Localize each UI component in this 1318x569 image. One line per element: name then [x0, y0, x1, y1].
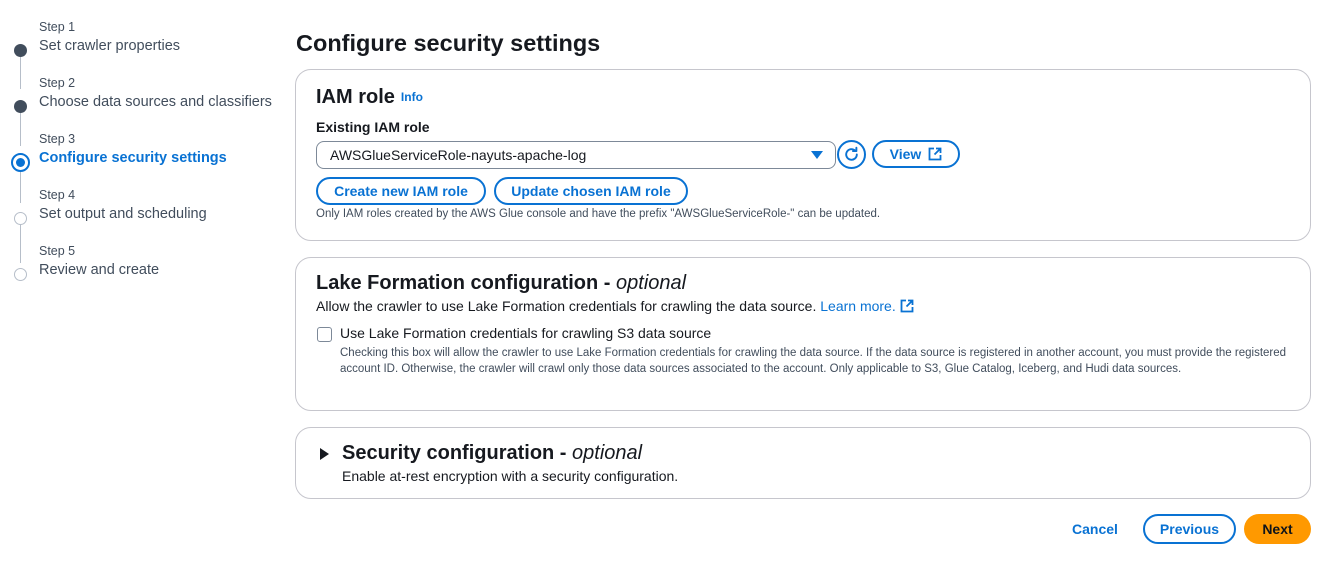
iam-role-heading: IAM role Info — [316, 86, 423, 109]
refresh-icon — [845, 146, 858, 161]
step-current-icon — [11, 153, 30, 172]
page-title: Configure security settings — [296, 30, 601, 56]
previous-button[interactable]: Previous — [1143, 514, 1236, 544]
lake-formation-description: Allow the crawler to use Lake Formation … — [316, 298, 914, 314]
iam-role-panel: IAM role Info Existing IAM role AWSGlueSe… — [295, 69, 1311, 241]
lake-formation-checkbox-label[interactable]: Use Lake Formation credentials for crawl… — [340, 325, 711, 341]
expand-caret-icon[interactable] — [320, 448, 329, 460]
lake-formation-heading-text: Lake Formation configuration - — [316, 272, 617, 294]
step-number: Step 5 — [39, 244, 76, 258]
lake-formation-description-text: Allow the crawler to use Lake Formation … — [316, 298, 821, 314]
iam-role-select[interactable]: AWSGlueServiceRole-nayuts-apache-log — [316, 141, 836, 169]
step-number: Step 1 — [39, 20, 76, 34]
iam-role-select-value: AWSGlueServiceRole-nayuts-apache-log — [330, 147, 587, 163]
step-pending-icon — [14, 212, 27, 225]
step-1[interactable]: Step 1 Set crawler properties — [0, 20, 280, 68]
iam-role-hint: Only IAM roles created by the AWS Glue c… — [316, 208, 881, 220]
step-completed-icon — [14, 100, 27, 113]
iam-role-heading-text: IAM role — [316, 86, 395, 108]
wizard-stepper: Step 1 Set crawler properties Step 2 Cho… — [0, 0, 280, 300]
lake-formation-checkbox-description: Checking this box will allow the crawler… — [340, 347, 1287, 375]
optional-label: optional — [572, 442, 643, 464]
cancel-button[interactable]: Cancel — [1056, 514, 1134, 544]
info-link[interactable]: Info — [401, 90, 423, 104]
step-title: Configure security settings — [39, 150, 227, 166]
view-role-label: View — [889, 146, 922, 162]
step-4: Step 4 Set output and scheduling — [0, 188, 280, 236]
step-title: Review and create — [39, 262, 160, 278]
step-2[interactable]: Step 2 Choose data sources and classifie… — [0, 76, 280, 124]
step-number: Step 2 — [39, 76, 76, 90]
lake-formation-checkbox[interactable] — [317, 327, 332, 342]
step-pending-icon — [14, 268, 27, 281]
refresh-button[interactable] — [837, 140, 866, 169]
next-button[interactable]: Next — [1244, 514, 1311, 544]
security-configuration-heading[interactable]: Security configuration - optional — [342, 442, 642, 465]
step-title: Choose data sources and classifiers — [39, 94, 272, 110]
step-title: Set crawler properties — [39, 38, 181, 54]
security-configuration-panel[interactable]: Security configuration - optional Enable… — [295, 427, 1311, 499]
security-configuration-description: Enable at-rest encryption with a securit… — [342, 468, 679, 484]
optional-label: optional — [616, 272, 687, 294]
lake-formation-panel: Lake Formation configuration - optional … — [295, 257, 1311, 411]
step-number: Step 4 — [39, 188, 76, 202]
external-link-icon — [900, 299, 914, 313]
create-iam-role-button[interactable]: Create new IAM role — [316, 177, 486, 205]
learn-more-link[interactable]: Learn more. — [820, 298, 914, 314]
external-link-icon — [928, 147, 942, 161]
step-number: Step 3 — [39, 132, 76, 146]
caret-down-icon — [811, 151, 823, 159]
step-completed-icon — [14, 44, 27, 57]
lake-formation-heading: Lake Formation configuration - optional — [316, 272, 686, 295]
security-configuration-heading-text: Security configuration - — [342, 442, 573, 464]
step-5: Step 5 Review and create — [0, 244, 280, 292]
step-3: Step 3 Configure security settings — [0, 132, 280, 180]
existing-iam-role-label: Existing IAM role — [316, 119, 430, 135]
view-role-button[interactable]: View — [872, 140, 960, 168]
step-title: Set output and scheduling — [39, 206, 207, 222]
learn-more-label: Learn more. — [820, 298, 896, 314]
update-iam-role-button[interactable]: Update chosen IAM role — [494, 177, 688, 205]
